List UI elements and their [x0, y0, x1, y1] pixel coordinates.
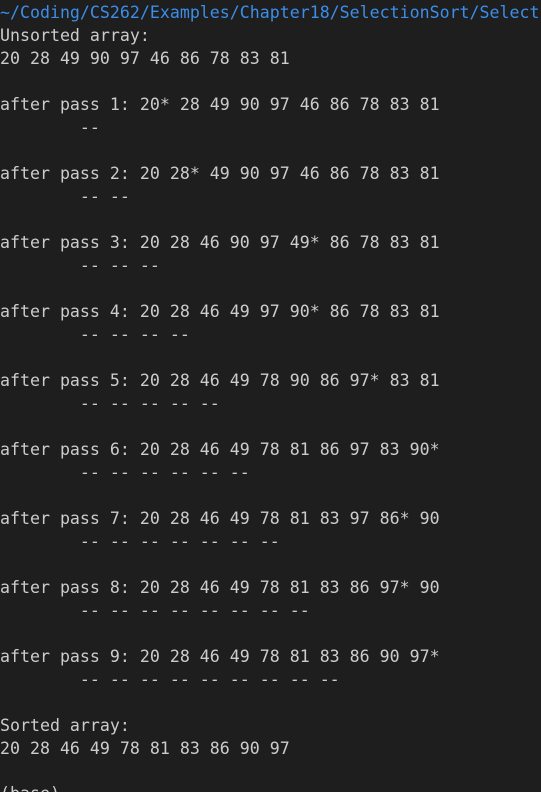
unsorted-array-label: Unsorted array:: [0, 26, 150, 45]
pass-7-line: after pass 7: 20 28 46 49 78 81 83 97 86…: [0, 509, 440, 528]
terminal-output[interactable]: ~/Coding/CS262/Examples/Chapter18/Select…: [0, 0, 541, 792]
pass-8-marker: -- -- -- -- -- -- -- --: [0, 601, 310, 620]
pass-4-line: after pass 4: 20 28 46 49 97 90* 86 78 8…: [0, 302, 440, 321]
pass-6-line: after pass 6: 20 28 46 49 78 81 86 97 83…: [0, 440, 440, 459]
pass-6-marker: -- -- -- -- -- --: [0, 463, 250, 482]
pass-1-line: after pass 1: 20* 28 49 90 97 46 86 78 8…: [0, 95, 440, 114]
pass-9-marker: -- -- -- -- -- -- -- -- --: [0, 670, 340, 689]
sorted-array-values: 20 28 46 49 78 81 83 86 90 97: [0, 739, 290, 758]
pass-2-marker: -- --: [0, 187, 130, 206]
pass-7-marker: -- -- -- -- -- -- --: [0, 532, 280, 551]
pass-3-line: after pass 3: 20 28 46 90 97 49* 86 78 8…: [0, 233, 440, 252]
shell-prompt: (base): [0, 782, 60, 792]
current-directory-path: ~/Coding/CS262/Examples/Chapter18/Select…: [0, 3, 541, 22]
pass-8-line: after pass 8: 20 28 46 49 78 81 83 86 97…: [0, 578, 440, 597]
pass-2-line: after pass 2: 20 28* 49 90 97 46 86 78 8…: [0, 164, 440, 183]
pass-5-line: after pass 5: 20 28 46 49 78 90 86 97* 8…: [0, 371, 440, 390]
pass-1-marker: --: [0, 118, 100, 137]
unsorted-array-values: 20 28 49 90 97 46 86 78 83 81: [0, 49, 290, 68]
pass-5-marker: -- -- -- -- --: [0, 394, 220, 413]
pass-9-line: after pass 9: 20 28 46 49 78 81 83 86 90…: [0, 647, 440, 666]
pass-3-marker: -- -- --: [0, 256, 160, 275]
sorted-array-label: Sorted array:: [0, 716, 130, 735]
pass-4-marker: -- -- -- --: [0, 325, 190, 344]
